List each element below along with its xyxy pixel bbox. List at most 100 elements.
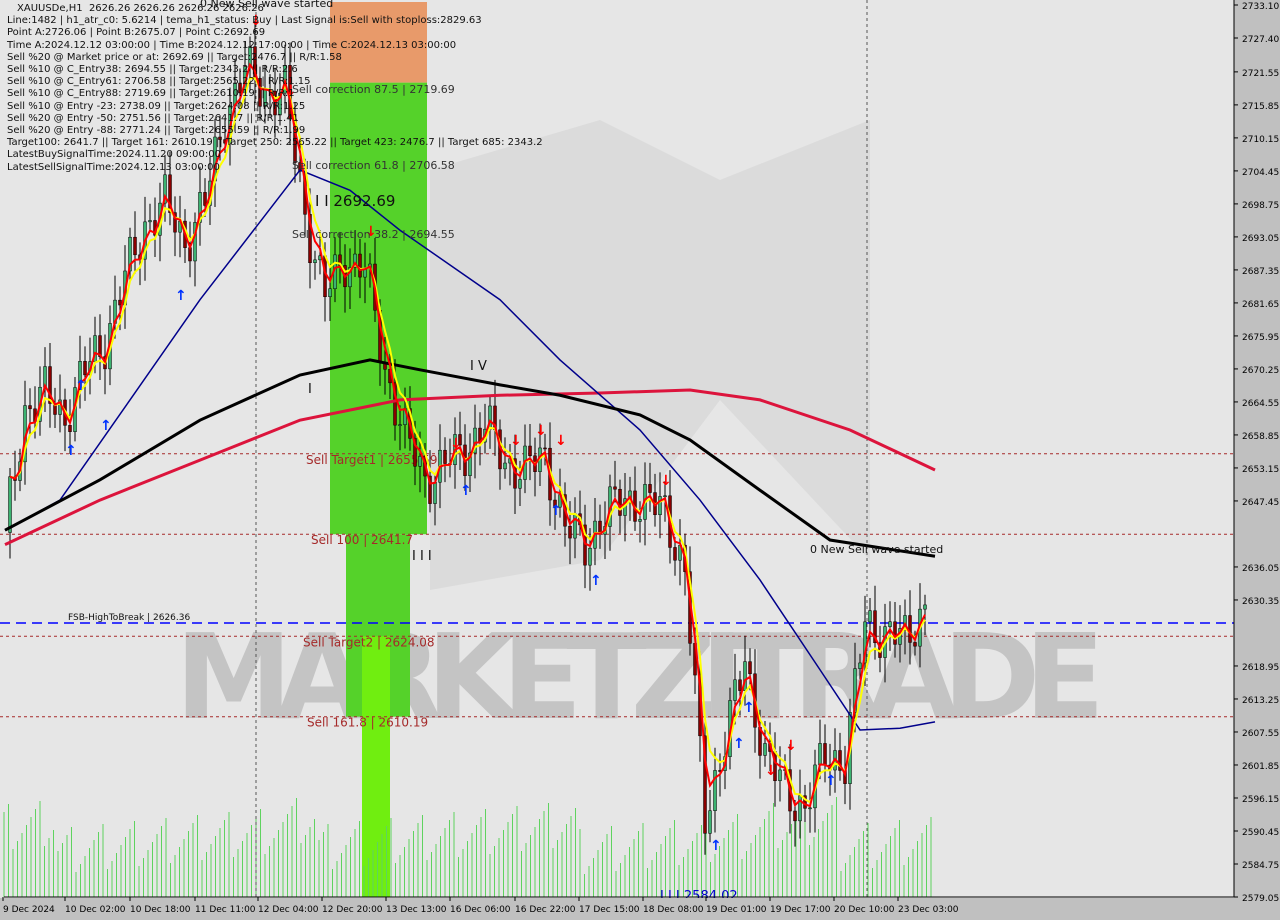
buy-arrow-icon: ↑ (550, 503, 562, 519)
zone-lime (362, 636, 390, 897)
info-line: LatestBuySignalTime:2024.11.20 09:00:00 (7, 149, 221, 161)
symbol-line: XAUUSDe,H1 2626.26 2626.26 2626.26 2626.… (17, 3, 264, 14)
info-line: Sell %10 @ C_Entry38: 2694.55 || Target:… (7, 64, 298, 76)
sell-arrow-icon: ↓ (450, 436, 462, 452)
y-tick-label: 2630.35 (1242, 597, 1279, 607)
sell-arrow-icon: ↓ (535, 423, 547, 439)
candle-bear (83, 361, 87, 376)
y-tick-label: 2579.05 (1242, 894, 1279, 904)
candle-bull (638, 519, 642, 522)
x-tick-label: 16 Dec 06:00 (450, 905, 511, 915)
buy-arrow-icon: ↑ (825, 773, 837, 789)
y-tick-label: 2698.75 (1242, 201, 1279, 211)
candle-bear (738, 679, 742, 691)
candle-bull (733, 679, 737, 701)
candle-bear (323, 255, 327, 298)
sell-arrow-icon: ↓ (555, 433, 567, 449)
x-tick-label: 12 Dec 20:00 (322, 905, 383, 915)
x-tick-label: 10 Dec 02:00 (65, 905, 126, 915)
buy-arrow-icon: ↑ (460, 483, 472, 499)
candle-bull (763, 743, 767, 756)
candle-bear (908, 615, 912, 643)
info-line: Sell %20 @ Market price or at: 2692.69 |… (7, 51, 342, 63)
sell-arrow-icon: ↓ (660, 473, 672, 489)
buy-arrow-icon: ↑ (65, 443, 77, 459)
y-tick-label: 2670.25 (1242, 366, 1279, 376)
candle-bear (648, 484, 652, 493)
candle-bear (618, 488, 622, 516)
candle-bear (748, 661, 752, 675)
info-line: Time A:2024.12.12 03:00:00 | Time B:2024… (7, 39, 457, 51)
y-tick-label: 2601.85 (1242, 762, 1279, 772)
candle-bear (443, 449, 447, 464)
buy-arrow-icon: ↑ (100, 418, 112, 434)
y-tick-label: 2664.55 (1242, 399, 1279, 409)
point-c-label: I I 2692.69 (315, 192, 395, 210)
candle-bull (588, 547, 592, 566)
x-tick-label: 12 Dec 04:00 (258, 905, 319, 915)
y-tick-label: 2693.05 (1242, 234, 1279, 244)
y-tick-label: 2613.25 (1242, 696, 1279, 706)
candle-bear (568, 525, 572, 539)
candle-bull (313, 259, 317, 264)
candle-bear (68, 425, 72, 432)
y-tick-label: 2607.55 (1242, 729, 1279, 739)
candle-bear (118, 299, 122, 306)
x-tick-label: 9 Dec 2024 (3, 905, 55, 915)
y-tick-label: 2715.85 (1242, 102, 1279, 112)
candle-bull (433, 481, 437, 504)
x-tick-label: 16 Dec 22:00 (515, 905, 576, 915)
candle-bear (528, 445, 532, 456)
buy-arrow-icon: ↑ (710, 838, 722, 854)
candle-bull (503, 462, 507, 470)
y-tick-label: 2727.40 (1242, 35, 1279, 45)
x-tick-label: 18 Dec 08:00 (643, 905, 704, 915)
info-line: Sell %10 @ Entry -23: 2738.09 || Target:… (7, 100, 306, 112)
candle-bear (913, 642, 917, 647)
level-label: Sell Target1 | 2655.59 (306, 453, 438, 467)
info-line: Line:1482 | h1_atr_c0: 5.6214 | tema_h1_… (7, 15, 482, 27)
x-tick-label: 23 Dec 03:00 (898, 905, 959, 915)
sell-arrow-icon: ↓ (510, 433, 522, 449)
buy-arrow-icon: ↑ (75, 378, 87, 394)
buy-arrow-icon: ↑ (590, 573, 602, 589)
buy-arrow-icon: ↑ (743, 700, 755, 716)
info-line: Sell %10 @ C_Entry88: 2719.69 || Target:… (7, 88, 295, 100)
candle-bear (613, 486, 617, 490)
x-tick-label: 20 Dec 10:00 (834, 905, 895, 915)
zone-label: Sell correction 38.2 | 2694.55 (292, 228, 455, 241)
y-tick-label: 2636.05 (1242, 564, 1279, 574)
x-tick-label: 10 Dec 18:00 (130, 905, 191, 915)
candle-bull (868, 610, 872, 623)
candle-bear (203, 192, 207, 206)
y-tick-label: 2590.45 (1242, 828, 1279, 838)
y-tick-label: 2675.95 (1242, 333, 1279, 343)
candle-bull (888, 621, 892, 627)
candle-bear (673, 547, 677, 561)
wave-i-label: I (308, 382, 312, 397)
level-label: Sell Target2 | 2624.08 (303, 635, 435, 649)
info-panel: XAUUSDe,H1 2626.26 2626.26 2626.26 2626.… (7, 3, 543, 174)
candle-bull (518, 479, 522, 489)
x-tick-label: 11 Dec 11:00 (195, 905, 256, 915)
sell-arrow-icon: ↓ (765, 763, 777, 779)
candle-bull (573, 513, 577, 539)
x-tick-label: 19 Dec 17:00 (770, 905, 831, 915)
candle-bull (328, 288, 332, 298)
y-tick-label: 2658.85 (1242, 432, 1279, 442)
info-line: Sell %20 @ Entry -88: 2771.24 || Target:… (7, 125, 306, 137)
candle-bear (543, 447, 547, 450)
candle-bull (708, 810, 712, 834)
candle-bull (418, 456, 422, 467)
wave-label: 0 New Sell wave started (810, 543, 943, 556)
y-tick-label: 2710.15 (1242, 135, 1279, 145)
y-tick-label: 2721.55 (1242, 69, 1279, 79)
y-tick-label: 2681.65 (1242, 300, 1279, 310)
level-label: Sell 100 | 2641.7 (311, 533, 413, 547)
chart-window[interactable]: XAUUSDe,H1 2626.26 2626.26 2626.26 2626.… (0, 0, 1280, 920)
y-tick-label: 2704.45 (1242, 168, 1279, 178)
buy-arrow-icon: ↑ (175, 288, 187, 304)
y-tick-label: 2596.15 (1242, 795, 1279, 805)
candle-bear (28, 405, 32, 410)
info-line: Point A:2726.06 | Point B:2675.07 | Poin… (7, 27, 266, 39)
